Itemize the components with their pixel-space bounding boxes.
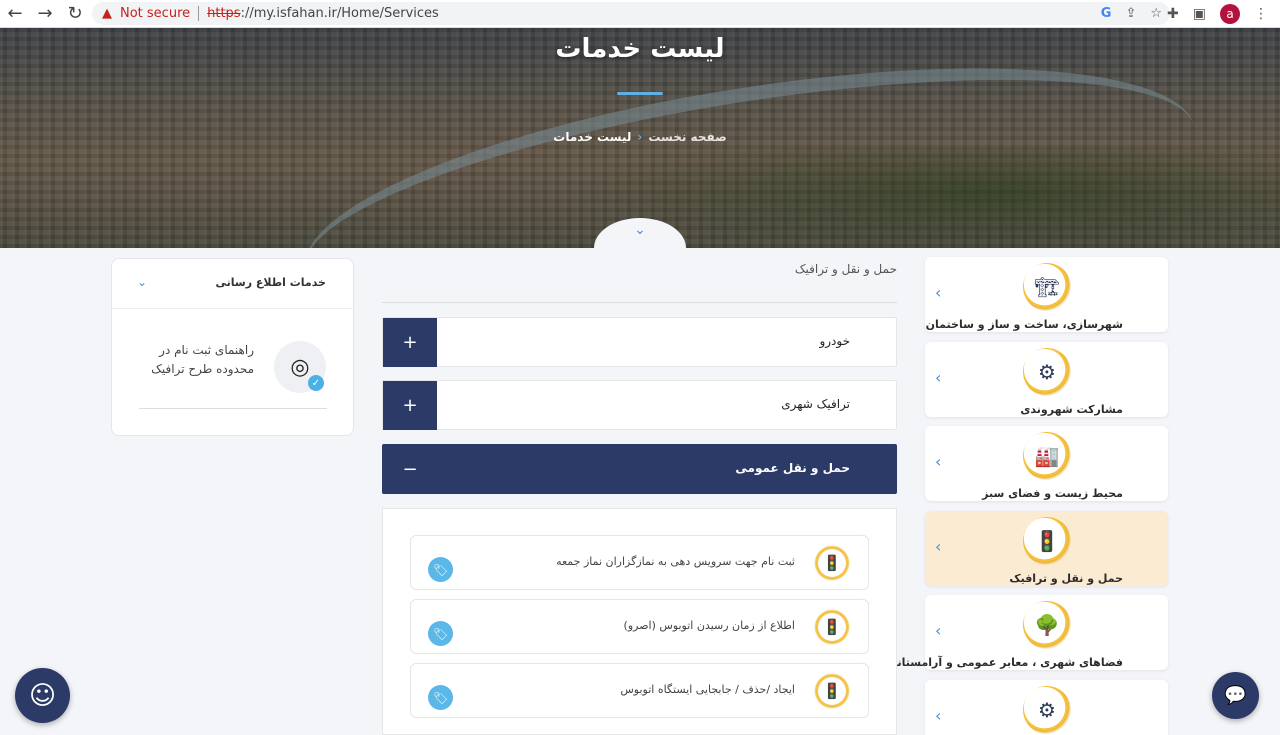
category-label: فضاهای شهری ، معابر عمومی و آرامستانها [886,656,1123,669]
check-badge-icon: ✓ [308,375,324,391]
chevron-left-icon: ‹ [935,452,942,471]
tag-icon[interactable]: 🏷 [428,557,453,582]
category-label: مشارکت شهروندی [1020,403,1123,416]
info-services-title: خدمات اطلاع رسانی [215,276,326,289]
breadcrumb: صفحه نخست › لیست خدمات [540,130,740,144]
info-services-header[interactable]: خدمات اطلاع رسانی ⌄ [112,259,353,309]
side-panel-icon[interactable]: ▣ [1193,6,1206,22]
reload-icon[interactable]: ↻ [60,0,90,28]
share-icon[interactable]: ⇪ [1125,6,1136,21]
category-card-environment[interactable]: ‹ 🏭 محیط زیست و فضای سبز [925,426,1168,501]
scroll-down-icon[interactable]: ⌄ [628,222,652,238]
section-title: حمل و نقل و ترافیک [794,262,897,276]
chevron-left-icon: ‹ [935,621,942,640]
not-secure-label[interactable]: Not secure [120,6,190,21]
category-label: شهرسازی، ساخت و ساز و ساختمان [925,318,1123,331]
service-title[interactable]: اطلاع از زمان رسیدن اتوبوس (اصرو) [624,619,795,632]
page-title: لیست خدمات [555,34,725,64]
service-title[interactable]: ثبت نام جهت سرویس دهی به نمازگزاران نماز… [556,555,795,568]
building-icon: 🏗 [1023,263,1071,311]
accordion-title: خودرو [819,334,850,348]
chevron-left-icon: ‹ [935,283,942,302]
title-underline [617,92,663,95]
chat-bubble-icon[interactable]: 💬 [1212,672,1259,719]
tag-icon[interactable]: 🏷 [428,621,453,646]
service-title[interactable]: ایجاد /حذف / جابجایی ایستگاه اتوبوس [620,683,795,696]
accordion-title: حمل و نقل عمومی [735,461,850,475]
category-card-urban-spaces[interactable]: ‹ 🌳 فضاهای شهری ، معابر عمومی و آرامستان… [886,595,1168,670]
emblem-icon: ⚙ [1023,686,1071,734]
url-scheme: https [207,6,241,21]
breadcrumb-chevron-icon: › [637,130,643,144]
chevron-down-icon[interactable]: ⌄ [137,275,147,289]
traffic-light-icon: 🚦 [814,673,850,709]
chevron-left-icon: ‹ [935,368,942,387]
warning-icon[interactable]: ▲ [102,6,112,21]
service-item-bus-station[interactable]: 🏷 ایجاد /حذف / جابجایی ایستگاه اتوبوس 🚦 [410,663,869,718]
expand-plus-icon[interactable]: + [383,381,437,430]
accordion-car[interactable]: + خودرو [382,317,897,367]
accordion-urban-traffic[interactable]: + ترافیک شهری [382,380,897,430]
forward-icon[interactable]: → [30,0,60,28]
tree-bench-icon: 🌳 [1023,601,1071,649]
section-divider [382,302,897,303]
back-icon[interactable]: ← [0,0,30,28]
traffic-light-icon: 🚦 [814,545,850,581]
chatbot-face-icon[interactable]: ☺ [15,668,70,723]
traffic-light-icon: 🚦 [814,609,850,645]
category-card-citizen-participation[interactable]: ‹ ⚙ مشارکت شهروندی [925,342,1168,417]
info-item-divider [139,408,327,409]
info-services-box: خدمات اطلاع رسانی ⌄ ◎ ✓ راهنمای ثبت نام … [111,258,354,436]
gears-icon: ⚙ [1023,348,1071,396]
expand-plus-icon[interactable]: + [383,318,437,367]
url-text: ://my.isfahan.ir/Home/Services [240,6,439,21]
bookmark-star-icon[interactable]: ☆ [1150,6,1162,21]
collapse-minus-icon[interactable]: − [383,445,437,494]
category-card-more[interactable]: ‹ ⚙ [925,680,1168,735]
profile-avatar[interactable]: a [1220,4,1240,24]
tag-icon[interactable]: 🏷 [428,685,453,710]
google-lens-icon[interactable]: G [1101,6,1112,21]
address-separator [198,6,200,21]
browser-toolbar: ← → ↻ ▲ Not secure https ://my.isfahan.i… [0,0,1280,28]
chevron-left-icon: ‹ [935,706,942,725]
breadcrumb-home-link[interactable]: صفحه نخست [648,130,726,144]
menu-icon[interactable]: ⋮ [1254,6,1268,22]
extensions-icon[interactable]: ✚ [1167,6,1179,22]
accordion-public-transport[interactable]: − حمل و نقل عمومی [382,444,897,494]
service-item-friday-prayer[interactable]: 🏷 ثبت نام جهت سرویس دهی به نمازگزاران نم… [410,535,869,590]
factory-icon: 🏭 [1023,432,1071,480]
accordion-title: ترافیک شهری [781,397,850,411]
breadcrumb-current: لیست خدمات [553,130,632,144]
info-item-title[interactable]: راهنمای ثبت نام در محدوده طرح ترافیک [136,341,254,379]
category-card-transportation[interactable]: ‹ 🚦 حمل و نقل و ترافیک [925,511,1168,586]
address-bar[interactable]: ▲ Not secure https ://my.isfahan.ir/Home… [92,2,1170,25]
category-label: حمل و نقل و ترافیک [1009,572,1123,585]
service-item-bus-arrival[interactable]: 🏷 اطلاع از زمان رسیدن اتوبوس (اصرو) 🚦 [410,599,869,654]
category-card-urban-planning[interactable]: ‹ 🏗 شهرسازی، ساخت و ساز و ساختمان [925,257,1168,332]
chevron-left-icon: ‹ [935,537,942,556]
traffic-light-icon: 🚦 [1023,517,1071,565]
hero-banner: لیست خدمات صفحه نخست › لیست خدمات ⌄ [0,28,1280,248]
category-label: محیط زیست و فضای سبز [982,487,1123,500]
